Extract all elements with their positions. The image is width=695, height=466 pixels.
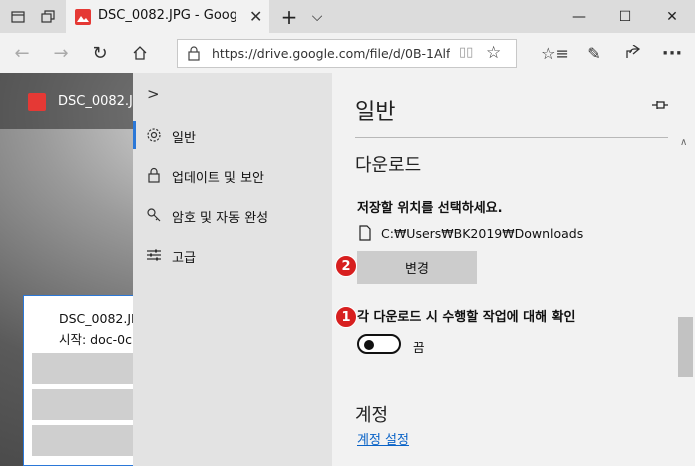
ask-each-download-label: 각 다운로드 시 수행할 작업에 대해 확인 xyxy=(357,310,576,325)
scroll-up-icon[interactable]: ∧ xyxy=(680,137,687,148)
image-file-icon xyxy=(28,93,46,111)
settings-nav-label: 일반 xyxy=(172,131,196,146)
gear-icon xyxy=(145,126,163,144)
download-location-label: 저장할 위치를 선택하세요. xyxy=(357,201,503,216)
photo-favicon-icon xyxy=(75,9,91,25)
ask-each-download-toggle[interactable] xyxy=(357,334,401,354)
close-window-button[interactable]: ✕ xyxy=(649,0,695,33)
annotation-badge-2: 2 xyxy=(335,255,357,277)
home-icon[interactable] xyxy=(124,37,156,69)
collapse-chevron-icon[interactable]: > xyxy=(147,85,160,103)
toggle-state-label: 끔 xyxy=(413,340,425,355)
download-path-text: C:₩Users₩BK2019₩Downloads xyxy=(381,226,584,241)
tab-close-icon[interactable]: ✕ xyxy=(249,7,262,26)
settings-nav-passwords[interactable]: 암호 및 자동 완성 xyxy=(133,197,332,233)
forward-arrow-icon[interactable]: → xyxy=(45,37,77,69)
download-action-button[interactable] xyxy=(32,389,144,420)
download-action-button[interactable] xyxy=(32,353,144,384)
maximize-button[interactable]: ☐ xyxy=(602,0,648,33)
tab-bar: DSC_0082.JPG - Google ✕ + ⌵ — ☐ ✕ xyxy=(0,0,695,33)
downloads-heading: 다운로드 xyxy=(355,155,422,176)
toggle-knob xyxy=(364,340,374,350)
download-action-button[interactable] xyxy=(32,425,144,456)
settings-panel: 일반 다운로드 저장할 위치를 선택하세요. C:₩Users₩BK2019₩D… xyxy=(332,73,695,466)
tab-menu-chevron-icon[interactable]: ⌵ xyxy=(294,0,340,33)
tab-preview-icon[interactable] xyxy=(32,0,64,33)
account-settings-link[interactable]: 계정 설정 xyxy=(357,429,409,448)
download-file-name: DSC_0082.JP xyxy=(59,311,139,326)
tab-active[interactable]: DSC_0082.JPG - Google ✕ xyxy=(66,0,269,33)
address-bar[interactable]: https://drive.google.com/file/d/0B-1Alfw… xyxy=(177,39,517,68)
lock-icon xyxy=(145,166,163,184)
settings-nav: > 일반 업데이트 및 보안 암호 및 자동 완성 고급 xyxy=(133,73,332,466)
settings-scrollbar[interactable]: ∧ xyxy=(676,132,695,466)
tab-title: DSC_0082.JPG - Google xyxy=(98,8,236,23)
pen-icon[interactable]: ✎ xyxy=(578,37,610,69)
settings-title: 일반 xyxy=(355,100,396,125)
share-icon[interactable] xyxy=(617,37,649,69)
url-text: https://drive.google.com/file/d/0B-1Alfw… xyxy=(212,46,450,61)
key-icon xyxy=(145,206,163,224)
favorite-star-icon[interactable]: ☆ xyxy=(486,43,501,63)
more-icon[interactable]: ··· xyxy=(656,37,688,69)
pin-icon[interactable] xyxy=(652,99,668,115)
settings-nav-advanced[interactable]: 고급 xyxy=(133,237,332,273)
annotation-badge-1: 1 xyxy=(335,306,357,328)
sliders-icon xyxy=(145,246,163,264)
download-source: 시작: doc-0c xyxy=(59,332,132,347)
divider xyxy=(355,137,668,138)
refresh-icon[interactable]: ↻ xyxy=(84,37,116,69)
account-heading: 계정 xyxy=(355,405,389,426)
tab-actions-icon[interactable] xyxy=(2,0,34,33)
back-arrow-icon[interactable]: ← xyxy=(6,37,38,69)
minimize-button[interactable]: — xyxy=(556,0,602,33)
photo-header: DSC_0082.JPG xyxy=(0,73,151,129)
settings-nav-label: 암호 및 자동 완성 xyxy=(172,211,269,226)
settings-nav-general[interactable]: 일반 xyxy=(133,117,332,153)
change-location-button[interactable]: 변경 xyxy=(357,251,477,284)
navigation-bar: ← → ↻ https://drive.google.com/file/d/0B… xyxy=(0,33,695,73)
lock-icon xyxy=(188,46,200,65)
settings-nav-update-security[interactable]: 업데이트 및 보안 xyxy=(133,157,332,193)
download-prompt: DSC_0082.JP 시작: doc-0c xyxy=(23,295,144,466)
settings-nav-label: 업데이트 및 보안 xyxy=(172,171,264,186)
scrollbar-thumb[interactable] xyxy=(678,317,693,377)
file-icon xyxy=(359,225,371,245)
reading-view-icon[interactable]: ▯▯ xyxy=(459,45,473,60)
settings-nav-label: 고급 xyxy=(172,251,196,266)
favorites-list-icon[interactable]: ☆≡ xyxy=(539,37,571,69)
